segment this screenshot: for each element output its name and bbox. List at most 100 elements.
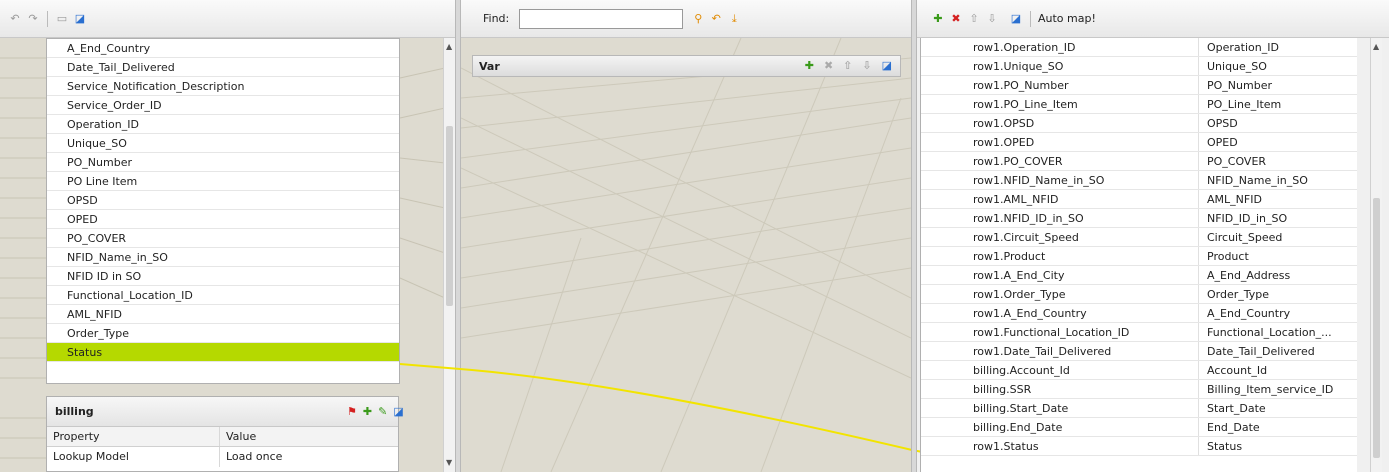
auto-layout-icon[interactable]: ◪ — [1009, 12, 1023, 26]
column-name-cell[interactable]: A_End_Country — [1199, 304, 1357, 322]
expression-cell[interactable]: row1.A_End_Country — [921, 304, 1199, 322]
expression-cell[interactable]: row1.Product — [921, 247, 1199, 265]
add-variable-icon[interactable]: ✚ — [805, 59, 814, 72]
expression-cell[interactable]: billing.SSR — [921, 380, 1199, 398]
column-name-cell[interactable]: OPED — [1199, 133, 1357, 151]
column-item[interactable]: PO_Number — [47, 153, 399, 172]
table-row[interactable]: billing.End_Date End_Date — [921, 418, 1357, 437]
column-item[interactable]: Order_Type — [47, 324, 399, 343]
column-item[interactable]: A_End_Country — [47, 39, 399, 58]
column-item[interactable]: OPSD — [47, 191, 399, 210]
property-value[interactable]: Load once — [220, 447, 398, 467]
table-row[interactable]: row1.Status Status — [921, 437, 1357, 456]
table-row[interactable]: row1.A_End_Country A_End_Country — [921, 304, 1357, 323]
auto-layout-icon[interactable]: ◪ — [73, 12, 87, 26]
column-item[interactable]: AML_NFID — [47, 305, 399, 324]
table-row[interactable]: row1.Unique_SO Unique_SO — [921, 57, 1357, 76]
next-match-icon[interactable]: ⤓ — [727, 12, 741, 26]
move-up-icon[interactable]: ⇧ — [967, 12, 981, 26]
column-name-cell[interactable]: A_End_Address — [1199, 266, 1357, 284]
remove-variable-icon[interactable]: ✖ — [824, 59, 833, 72]
table-row[interactable]: row1.PO_Line_Item PO_Line_Item — [921, 95, 1357, 114]
scroll-up-icon[interactable]: ▲ — [1373, 42, 1379, 51]
column-name-cell[interactable]: Status — [1199, 437, 1357, 455]
expression-cell[interactable]: row1.Status — [921, 437, 1199, 455]
expression-cell[interactable]: row1.Unique_SO — [921, 57, 1199, 75]
table-row[interactable]: row1.Circuit_Speed Circuit_Speed — [921, 228, 1357, 247]
auto-layout-icon[interactable]: ◪ — [393, 405, 403, 418]
table-row[interactable]: row1.Date_Tail_Delivered Date_Tail_Delive… — [921, 342, 1357, 361]
redo-icon[interactable]: ↷ — [26, 12, 40, 26]
auto-layout-icon[interactable]: ◪ — [882, 59, 892, 72]
table-row[interactable]: row1.OPSD OPSD — [921, 114, 1357, 133]
column-name-cell[interactable]: Account_Id — [1199, 361, 1357, 379]
expression-cell[interactable]: billing.End_Date — [921, 418, 1199, 436]
table-row[interactable]: row1.Operation_ID Operation_ID — [921, 38, 1357, 57]
column-item[interactable]: Service_Notification_Description — [47, 77, 399, 96]
column-item[interactable]: Status — [47, 343, 399, 362]
table-row[interactable]: row1.A_End_City A_End_Address — [921, 266, 1357, 285]
expression-cell[interactable]: billing.Account_Id — [921, 361, 1199, 379]
column-name-cell[interactable]: Functional_Location_... — [1199, 323, 1357, 341]
left-list-scrollbar[interactable]: ▲ ▼ — [443, 38, 455, 472]
table-row[interactable]: billing.SSR Billing_Item_service_ID — [921, 380, 1357, 399]
table-row[interactable]: row1.Functional_Location_ID Functional_Lo… — [921, 323, 1357, 342]
expression-cell[interactable]: row1.OPED — [921, 133, 1199, 151]
column-name-cell[interactable]: End_Date — [1199, 418, 1357, 436]
split-view-icon[interactable]: ▭ — [55, 12, 69, 26]
expression-cell[interactable]: row1.NFID_ID_in_SO — [921, 209, 1199, 227]
previous-match-icon[interactable]: ↶ — [709, 12, 723, 26]
column-item[interactable]: NFID ID in SO — [47, 267, 399, 286]
find-input[interactable] — [519, 8, 684, 29]
auto-map-button[interactable]: Auto map! — [1038, 12, 1096, 25]
right-table-scrollbar[interactable]: ▲ — [1370, 38, 1382, 472]
expression-cell[interactable]: row1.OPSD — [921, 114, 1199, 132]
search-icon[interactable]: ⚲ — [691, 12, 705, 26]
expression-cell[interactable]: billing.Start_Date — [921, 399, 1199, 417]
edit-icon[interactable]: ✎ — [378, 405, 387, 418]
column-name-cell[interactable]: Unique_SO — [1199, 57, 1357, 75]
remove-icon[interactable]: ✖ — [949, 12, 963, 26]
expression-cell[interactable]: row1.AML_NFID — [921, 190, 1199, 208]
undo-icon[interactable]: ↶ — [8, 12, 22, 26]
table-row[interactable]: row1.AML_NFID AML_NFID — [921, 190, 1357, 209]
column-item[interactable]: Functional_Location_ID — [47, 286, 399, 305]
column-name-cell[interactable]: PO_COVER — [1199, 152, 1357, 170]
table-row[interactable]: billing.Account_Id Account_Id — [921, 361, 1357, 380]
add-icon[interactable]: ✚ — [931, 12, 945, 26]
table-row[interactable]: row1.NFID_ID_in_SO NFID_ID_in_SO — [921, 209, 1357, 228]
expression-cell[interactable]: row1.PO_Line_Item — [921, 95, 1199, 113]
expression-cell[interactable]: row1.Date_Tail_Delivered — [921, 342, 1199, 360]
table-row[interactable]: billing.Start_Date Start_Date — [921, 399, 1357, 418]
column-name-cell[interactable]: OPSD — [1199, 114, 1357, 132]
move-down-icon[interactable]: ⇩ — [862, 59, 871, 72]
table-row[interactable]: row1.NFID_Name_in_SO NFID_Name_in_SO — [921, 171, 1357, 190]
filter-icon[interactable]: ⚑ — [347, 405, 357, 418]
expression-cell[interactable]: row1.Operation_ID — [921, 38, 1199, 56]
table-row[interactable]: row1.OPED OPED — [921, 133, 1357, 152]
scroll-up-icon[interactable]: ▲ — [446, 42, 452, 51]
add-icon[interactable]: ✚ — [363, 405, 372, 418]
column-name-cell[interactable]: NFID_Name_in_SO — [1199, 171, 1357, 189]
column-name-cell[interactable]: Operation_ID — [1199, 38, 1357, 56]
column-name-cell[interactable]: NFID_ID_in_SO — [1199, 209, 1357, 227]
column-name-cell[interactable]: Billing_Item_service_ID — [1199, 380, 1357, 398]
column-name-cell[interactable]: Circuit_Speed — [1199, 228, 1357, 246]
table-row[interactable]: row1.PO_COVER PO_COVER — [921, 152, 1357, 171]
column-item[interactable]: OPED — [47, 210, 399, 229]
move-down-icon[interactable]: ⇩ — [985, 12, 999, 26]
column-name-cell[interactable]: PO_Line_Item — [1199, 95, 1357, 113]
column-item[interactable]: NFID_Name_in_SO — [47, 248, 399, 267]
expression-cell[interactable]: row1.Circuit_Speed — [921, 228, 1199, 246]
column-name-cell[interactable]: PO_Number — [1199, 76, 1357, 94]
column-item[interactable]: Service_Order_ID — [47, 96, 399, 115]
column-item[interactable]: Operation_ID — [47, 115, 399, 134]
column-name-cell[interactable]: Start_Date — [1199, 399, 1357, 417]
column-item[interactable]: Date_Tail_Delivered — [47, 58, 399, 77]
expression-cell[interactable]: row1.Functional_Location_ID — [921, 323, 1199, 341]
expression-cell[interactable]: row1.PO_Number — [921, 76, 1199, 94]
column-name-cell[interactable]: Product — [1199, 247, 1357, 265]
move-up-icon[interactable]: ⇧ — [843, 59, 852, 72]
expression-cell[interactable]: row1.Order_Type — [921, 285, 1199, 303]
scroll-thumb[interactable] — [1373, 198, 1380, 458]
